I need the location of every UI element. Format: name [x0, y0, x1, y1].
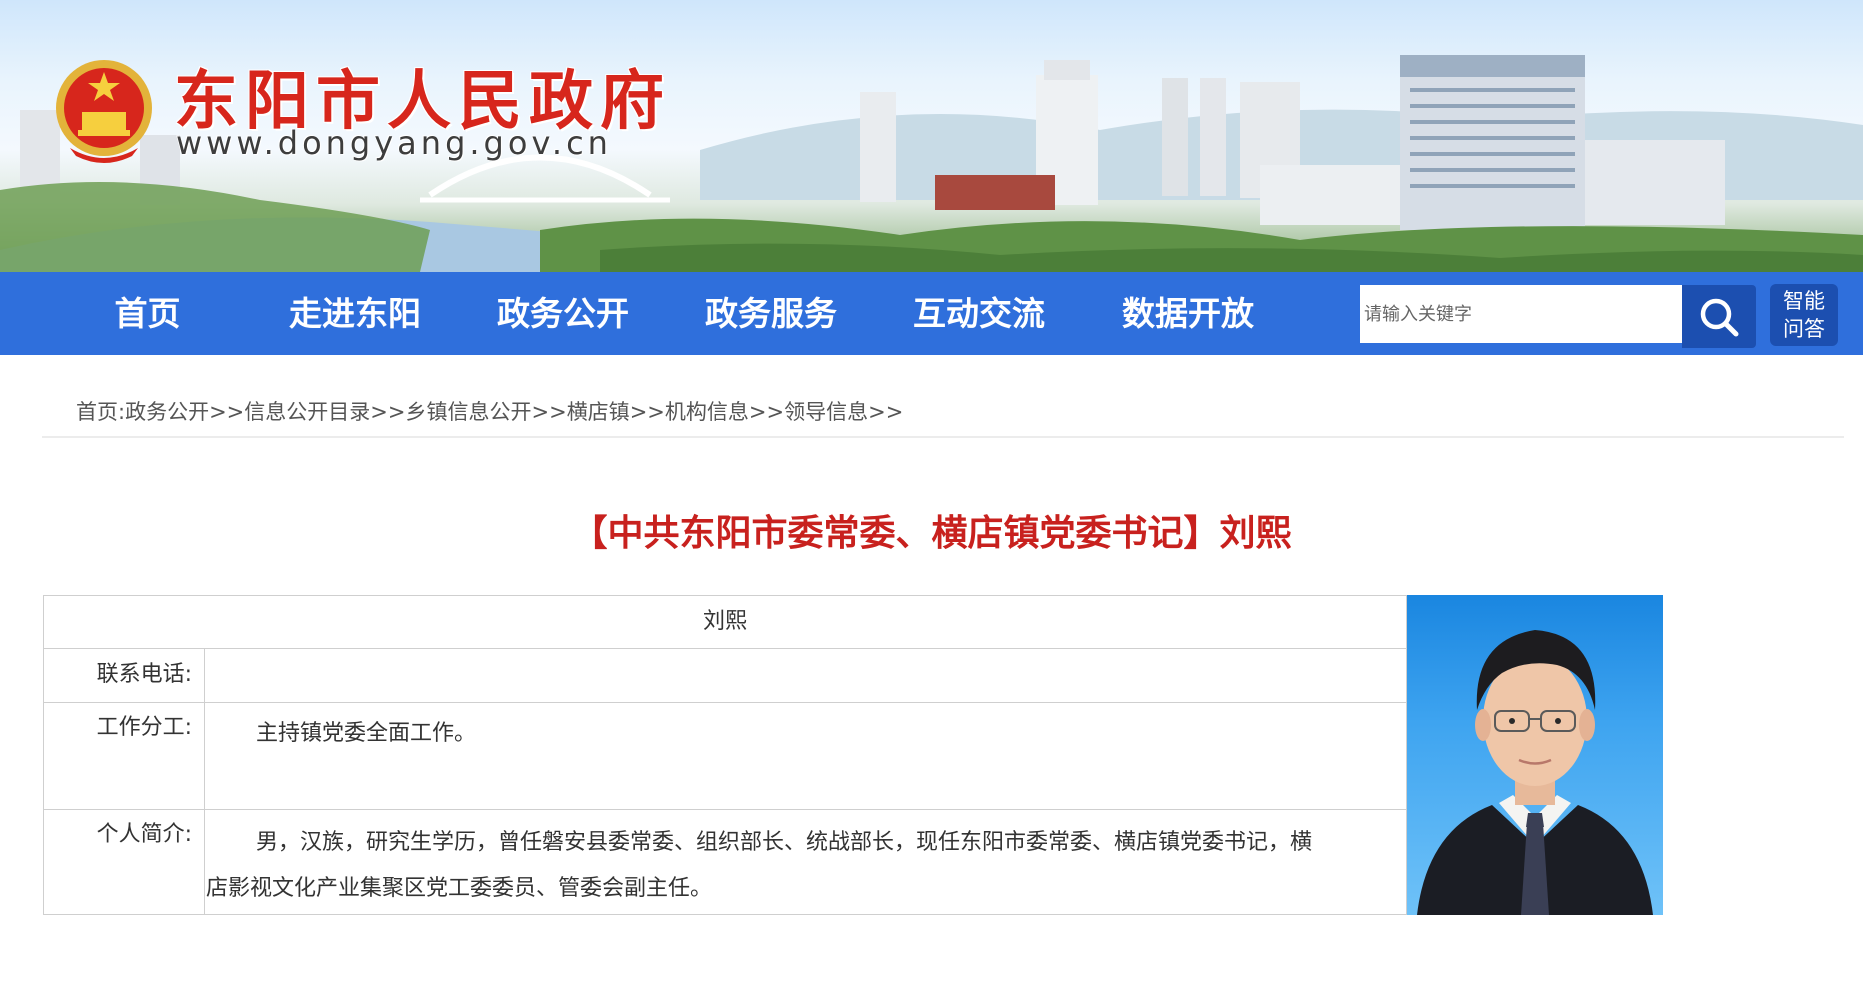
- leader-info-table: 刘熙 联系电话: 工作分工: 主持镇党委全面工作。 个人简介: 男，汉族，研究生…: [43, 595, 1407, 915]
- leader-photo: [1407, 595, 1663, 915]
- national-emblem-icon: [56, 60, 152, 163]
- smart-qa-button[interactable]: 智能 问答: [1770, 284, 1838, 346]
- page-title: 【中共东阳市委常委、横店镇党委书记】刘熙: [571, 513, 1292, 554]
- search-button[interactable]: [1682, 285, 1756, 348]
- bio-line-1: 男，汉族，研究生学历，曾任磐安县委常委、组织部长、统战部长，现任东阳市委常委、横…: [256, 830, 1313, 855]
- breadcrumb-separator: >>: [531, 400, 567, 424]
- breadcrumb-township-info[interactable]: 乡镇信息公开: [405, 400, 531, 424]
- nav-item-government-affairs[interactable]: 政务公开: [490, 272, 636, 355]
- smart-qa-label-line2: 问答: [1783, 317, 1825, 341]
- bio-row: 个人简介: 男，汉族，研究生学历，曾任磐安县委常委、组织部长、统战部长，现任东阳…: [44, 810, 1406, 914]
- breadcrumb-home[interactable]: 首页: [76, 400, 118, 424]
- smart-qa-label-line1: 智能: [1783, 289, 1825, 313]
- nav-item-home[interactable]: 首页: [95, 272, 200, 355]
- nav-item-interaction[interactable]: 互动交流: [906, 272, 1052, 355]
- breadcrumb-separator: >>: [370, 400, 406, 424]
- leader-portrait-image: [1417, 630, 1653, 915]
- phone-label: 联系电话:: [44, 649, 205, 702]
- duty-value: 主持镇党委全面工作。: [256, 721, 477, 746]
- nav-item-government-services[interactable]: 政务服务: [698, 272, 844, 355]
- bio-value: 男，汉族，研究生学历，曾任磐安县委常委、组织部长、统战部长，现任东阳市委常委、横…: [206, 810, 1406, 912]
- breadcrumb-leader-info[interactable]: 领导信息: [784, 400, 868, 424]
- bio-line-2: 店影视文化产业集聚区党工委委员、管委会副主任。: [206, 876, 713, 901]
- bio-label: 个人简介:: [44, 810, 205, 914]
- nav-item-about-dongyang[interactable]: 走进东阳: [282, 272, 428, 355]
- site-url: www.dongyang.gov.cn: [176, 124, 612, 162]
- header-banner: 东阳市人民政府 www.dongyang.gov.cn: [0, 0, 1863, 272]
- duty-label: 工作分工:: [44, 703, 205, 809]
- breadcrumb-separator: >>: [629, 400, 665, 424]
- search-icon: [1700, 298, 1739, 336]
- breadcrumb-government-affairs[interactable]: 政务公开: [125, 400, 209, 424]
- leader-name: 刘熙: [702, 609, 747, 634]
- nav-item-open-data[interactable]: 数据开放: [1115, 272, 1261, 355]
- breadcrumb-separator: >>: [748, 400, 785, 424]
- breadcrumb-org-info[interactable]: 机构信息: [665, 400, 749, 424]
- breadcrumb: 首页:政务公开>>信息公开目录>>乡镇信息公开>>横店镇>>机构信息>>领导信息…: [76, 396, 903, 426]
- phone-row: 联系电话:: [44, 649, 1406, 703]
- breadcrumb-separator: >>: [868, 400, 904, 424]
- breadcrumb-hengdian[interactable]: 横店镇: [567, 400, 630, 424]
- breadcrumb-separator: >>: [209, 400, 245, 424]
- search-input[interactable]: [1360, 285, 1682, 343]
- breadcrumb-divider: [42, 436, 1844, 438]
- breadcrumb-info-catalog[interactable]: 信息公开目录: [244, 400, 370, 424]
- duty-row: 工作分工: 主持镇党委全面工作。: [44, 703, 1406, 810]
- leader-name-row: 刘熙: [44, 596, 1406, 649]
